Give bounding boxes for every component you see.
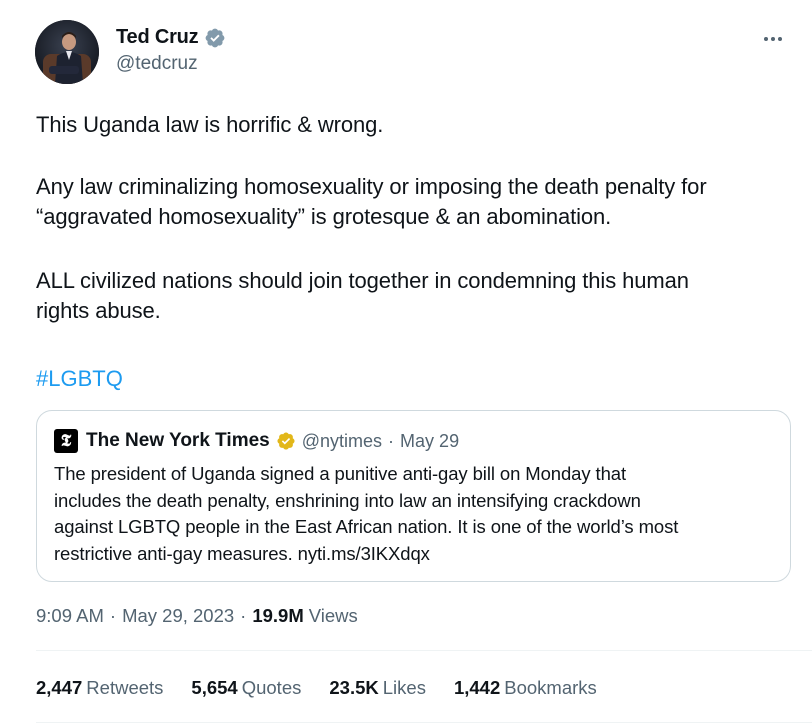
stat-label: Likes xyxy=(382,677,426,698)
quoted-author-handle: @nytimes xyxy=(301,430,383,451)
quoted-line: restrictive anti-gay measures. nyti.ms/3… xyxy=(54,542,430,564)
tweet-line: “aggravated homosexuality” is grotesque … xyxy=(36,204,612,229)
quoted-tweet-header: 𝕿 The New York Times @nytimes · May 29 xyxy=(54,429,459,453)
stat-label: Retweets xyxy=(86,677,164,698)
quoted-line: against LGBTQ people in the East African… xyxy=(54,516,679,537)
tweet-text-paragraph-2: Any law criminalizing homosexuality or i… xyxy=(36,172,776,232)
tweet-line: rights abuse. xyxy=(36,298,161,323)
tweet-date[interactable]: May 29, 2023 xyxy=(122,605,234,627)
quoted-line: The president of Uganda signed a punitiv… xyxy=(54,463,627,484)
gold-verified-badge-icon xyxy=(276,431,296,451)
avatar-photo xyxy=(35,20,99,84)
author-handle[interactable]: @tedcruz xyxy=(116,53,198,75)
views-label: Views xyxy=(308,605,358,626)
quoted-author-name: The New York Times xyxy=(86,430,270,451)
quoted-tweet-date: May 29 xyxy=(400,430,460,451)
engagement-stats: 2,447 Retweets 5,654 Quotes 23.5K Likes 1,4… xyxy=(36,677,625,699)
quoted-tweet-text: The president of Uganda signed a punitiv… xyxy=(54,461,779,567)
more-horizontal-icon[interactable] xyxy=(756,26,790,52)
tweet: Ted Cruz @tedcruz This Uganda law is hor… xyxy=(0,0,812,726)
views-count: 19.9M xyxy=(252,605,304,626)
tweet-time[interactable]: 9:09 AM xyxy=(36,605,104,627)
separator-dot: · xyxy=(109,605,117,626)
author-name-row: Ted Cruz xyxy=(116,26,226,49)
stat-quotes[interactable]: 5,654 Quotes xyxy=(191,677,301,699)
stat-count: 1,442 xyxy=(453,677,501,698)
tweet-line: This Uganda law is horrific & wrong. xyxy=(36,112,384,137)
tweet-meta: 9:09 AM · May 29, 2023 · 19.9M Views xyxy=(36,605,358,627)
hashtag-link[interactable]: #LGBTQ xyxy=(36,364,123,394)
author-name[interactable]: Ted Cruz xyxy=(116,26,199,49)
tweet-line: Any law criminalizing homosexuality or i… xyxy=(36,174,707,199)
verified-badge-icon[interactable] xyxy=(204,27,226,49)
stat-bookmarks[interactable]: 1,442 Bookmarks xyxy=(454,677,597,699)
tweet-text-paragraph-1: This Uganda law is horrific & wrong. xyxy=(36,110,776,140)
separator-dot: · xyxy=(388,430,395,451)
stat-likes[interactable]: 23.5K Likes xyxy=(329,677,426,699)
tweet-text-paragraph-3: ALL civilized nations should join togeth… xyxy=(36,266,776,326)
separator-dot: · xyxy=(240,605,247,626)
stat-retweets[interactable]: 2,447 Retweets xyxy=(36,677,163,699)
stat-label: Bookmarks xyxy=(504,677,597,698)
stat-count: 23.5K xyxy=(329,677,379,698)
divider xyxy=(36,722,812,723)
stat-count: 2,447 xyxy=(36,677,83,698)
quoted-line: includes the death penalty, enshrining i… xyxy=(54,489,641,511)
tweet-line: ALL civilized nations should join togeth… xyxy=(36,268,689,293)
stat-count: 5,654 xyxy=(191,677,238,698)
avatar[interactable] xyxy=(35,20,99,84)
nyt-logo-icon: 𝕿 xyxy=(54,429,78,453)
quoted-tweet-card[interactable]: 𝕿 The New York Times @nytimes · May 29 T… xyxy=(36,410,791,582)
divider xyxy=(36,650,812,651)
stat-label: Quotes xyxy=(241,677,302,698)
